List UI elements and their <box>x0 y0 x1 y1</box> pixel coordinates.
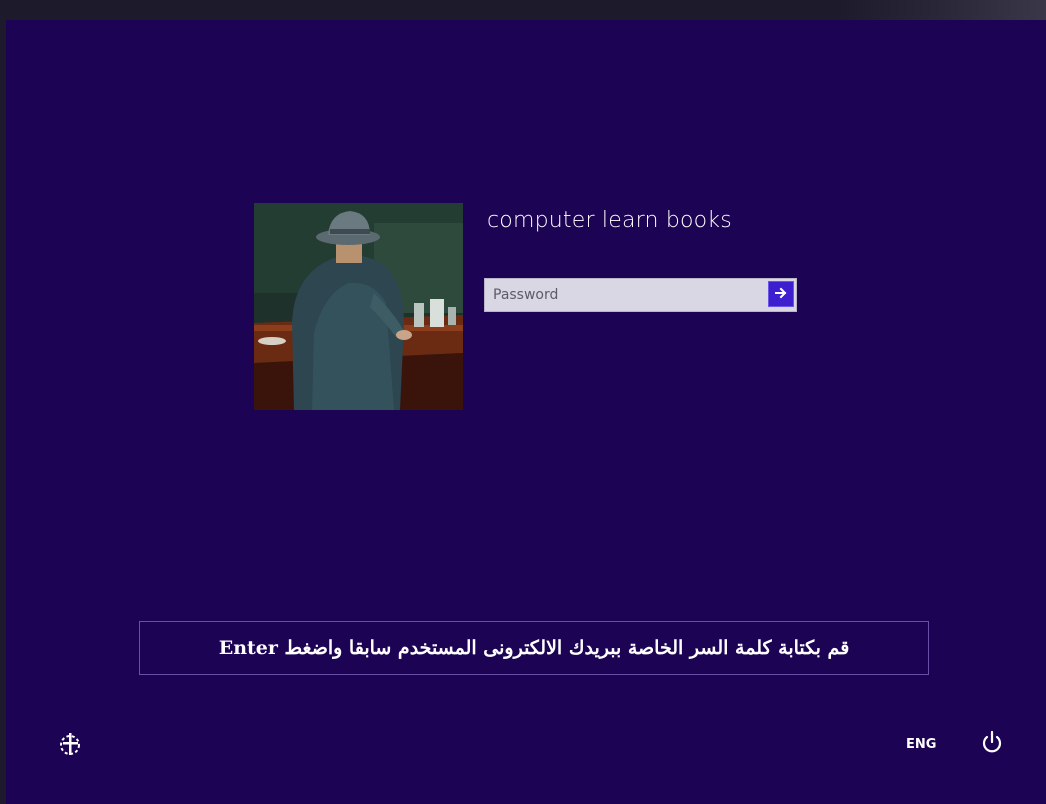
language-indicator[interactable]: ENG <box>906 737 936 752</box>
user-name: computer learn books <box>487 208 732 233</box>
sign-in-screen: computer learn books قم بكتابة كلمة السر… <box>6 20 1046 804</box>
ease-of-access-icon <box>56 733 84 762</box>
submit-button[interactable] <box>768 281 794 307</box>
password-box <box>484 278 797 312</box>
power-icon <box>978 730 1006 761</box>
password-input[interactable] <box>485 279 763 311</box>
instruction-caption: قم بكتابة كلمة السر الخاصة ببريدك الالكت… <box>139 621 929 675</box>
ease-of-access-button[interactable] <box>56 730 84 758</box>
power-button[interactable] <box>978 729 1006 757</box>
arrow-right-icon <box>774 285 788 304</box>
user-avatar <box>254 203 463 410</box>
window-top-bar <box>0 0 1046 20</box>
